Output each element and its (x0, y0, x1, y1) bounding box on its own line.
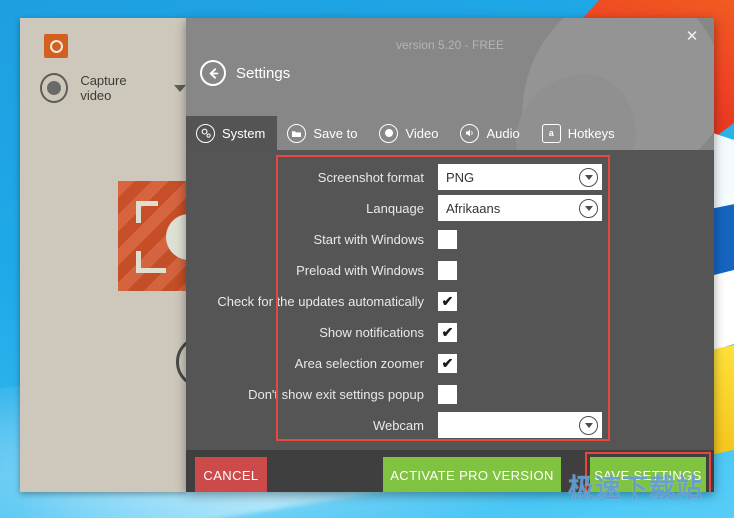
keyboard-a-icon: a (541, 123, 561, 143)
settings-dialog: ✕ version 5.20 - FREE Settings System Sa… (186, 18, 714, 492)
tab-video[interactable]: Video (369, 116, 450, 150)
check-glyph: ✔ (441, 293, 454, 309)
tab-audio[interactable]: Audio (450, 116, 531, 150)
record-circle-icon (40, 73, 69, 103)
tab-system[interactable]: System (186, 116, 278, 150)
recorder-main-window: Capture video (20, 18, 228, 492)
setting-row-exit-popup: Don't show exit settings popup ✔ (186, 379, 714, 409)
setting-row-webcam: Webcam (186, 410, 714, 440)
setting-label: Screenshot format (317, 169, 424, 185)
folder-icon (287, 123, 307, 143)
back-arrow-icon[interactable] (200, 60, 226, 86)
chevron-down-icon[interactable] (579, 415, 598, 435)
capture-video-control[interactable]: Capture video (40, 73, 186, 103)
desktop-background: Capture video ✕ version 5.20 - FREE Sett… (0, 0, 734, 518)
activate-pro-version-button[interactable]: ACTIVATE PRO VERSION (383, 457, 561, 492)
tab-hotkeys[interactable]: a Hotkeys (532, 116, 627, 150)
setting-label: Don't show exit settings popup (248, 386, 424, 402)
speaker-icon (460, 123, 480, 143)
area-selection-zoomer-checkbox[interactable]: ✔ (438, 353, 457, 373)
start-with-windows-checkbox[interactable]: ✔ (438, 229, 457, 249)
tab-hotkeys-label: Hotkeys (567, 125, 615, 141)
setting-label: Preload with Windows (296, 262, 424, 278)
setting-row-check-updates: Check for the updates automatically ✔ (186, 286, 714, 316)
check-glyph: ✔ (441, 355, 454, 371)
setting-row-preload-with-windows: Preload with Windows ✔ (186, 255, 714, 285)
check-updates-checkbox[interactable]: ✔ (438, 291, 457, 311)
setting-label: Area selection zoomer (294, 355, 424, 371)
setting-label: Webcam (372, 417, 424, 433)
capture-video-label: Capture video (80, 73, 127, 103)
tab-save-to-label: Save to (313, 125, 358, 141)
chevron-down-icon[interactable] (579, 198, 598, 218)
setting-row-start-with-windows: Start with Windows ✔ (186, 224, 714, 254)
webcam-select[interactable] (438, 412, 602, 438)
language-value: Afrikaans (446, 200, 501, 216)
cancel-button[interactable]: CANCEL (195, 457, 267, 492)
thumbnail-corner-bottom-left (136, 251, 166, 273)
close-icon[interactable]: ✕ (680, 24, 704, 48)
tab-video-label: Video (405, 125, 439, 141)
tab-audio-label: Audio (486, 125, 520, 141)
language-select[interactable]: Afrikaans (438, 195, 602, 221)
setting-label: Lanquage (366, 200, 424, 216)
version-label: version 5.20 - FREE (395, 38, 505, 52)
setting-row-language: Lanquage Afrikaans (186, 193, 714, 223)
settings-header: Settings (200, 60, 290, 86)
setting-row-show-notifications: Show notifications ✔ (186, 317, 714, 347)
dont-show-exit-popup-checkbox[interactable]: ✔ (438, 384, 457, 404)
setting-label: Start with Windows (313, 231, 424, 247)
chevron-down-icon[interactable] (579, 167, 598, 187)
record-icon (379, 123, 399, 143)
tab-save-to[interactable]: Save to (277, 116, 369, 150)
tab-system-label: System (222, 125, 266, 141)
preload-with-windows-checkbox[interactable]: ✔ (438, 260, 457, 280)
screenshot-format-value: PNG (446, 169, 475, 185)
thumbnail-corner-top-left (136, 201, 158, 223)
setting-label: Check for the updates automatically (217, 293, 424, 309)
save-settings-button[interactable]: SAVE SETTINGS (590, 457, 706, 492)
settings-form: Screenshot format PNG Lanquage Afrikaans (186, 150, 714, 450)
check-glyph: ✔ (441, 324, 454, 340)
app-logo-ring (49, 39, 63, 53)
settings-tabs: System Save to Video Audio a Hotkeys (186, 116, 714, 150)
show-notifications-checkbox[interactable]: ✔ (438, 322, 457, 342)
dialog-footer: CANCEL ACTIVATE PRO VERSION SAVE SETTING… (186, 450, 714, 492)
setting-row-screenshot-format: Screenshot format PNG (186, 162, 714, 192)
screenshot-format-select[interactable]: PNG (438, 164, 602, 190)
gears-icon (196, 123, 215, 143)
page-title: Settings (236, 64, 291, 82)
app-logo-icon (44, 34, 68, 58)
setting-label: Show notifications (319, 324, 424, 340)
setting-row-area-selection-zoomer: Area selection zoomer ✔ (186, 348, 714, 378)
chevron-down-icon[interactable] (174, 84, 186, 92)
settings-rows: Screenshot format PNG Lanquage Afrikaans (186, 150, 714, 441)
